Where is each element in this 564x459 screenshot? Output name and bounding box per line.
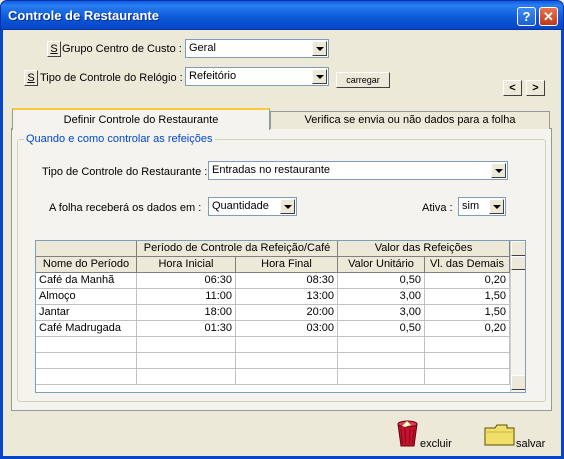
cell-vl-demais[interactable]: 1,50 [425, 289, 510, 305]
table-vertical-scrollbar[interactable] [510, 241, 525, 392]
folha-value: Quantidade [212, 200, 269, 212]
cell-hora-inicial[interactable] [137, 337, 236, 353]
cell-valor-unitario[interactable] [338, 353, 425, 369]
tab-verifica-folha[interactable]: Verifica se envia ou não dados para a fo… [270, 111, 550, 129]
tipo-relogio-value: Refeitório [189, 70, 237, 82]
window-title: Controle de Restaurante [8, 8, 159, 23]
column-header-hora-inicial[interactable]: Hora Inicial [137, 257, 236, 273]
cell-vl-demais[interactable]: 0,20 [425, 321, 510, 337]
cell-vl-demais[interactable] [425, 337, 510, 353]
tab-definir-controle[interactable]: Definir Controle do Restaurante [12, 108, 270, 130]
cell-hora-final[interactable]: 08:30 [236, 273, 338, 289]
prev-button[interactable]: < [503, 80, 522, 96]
column-header-nome[interactable]: Nome do Período [36, 257, 137, 273]
cell-hora-final[interactable] [236, 369, 338, 385]
folder-icon [484, 424, 515, 446]
chevron-down-icon[interactable] [312, 69, 327, 84]
scroll-thumb[interactable] [511, 256, 525, 270]
folha-label: A folha receberá os dados em : [49, 202, 202, 214]
tipo-restaurante-select[interactable]: Entradas no restaurante [208, 161, 508, 180]
cell-vl-demais[interactable] [425, 353, 510, 369]
scroll-up-icon[interactable] [511, 241, 525, 256]
cell-nome[interactable]: Café da Manhã [36, 273, 137, 289]
grupo-label: Grupo Centro de Custo : [62, 43, 182, 55]
cell-hora-inicial[interactable]: 11:00 [137, 289, 236, 305]
cell-hora-inicial[interactable]: 18:00 [137, 305, 236, 321]
scroll-down-icon[interactable] [511, 375, 525, 390]
tipo-relogio-select[interactable]: Refeitório [185, 67, 329, 86]
cell-hora-final[interactable]: 13:00 [236, 289, 338, 305]
grupo-value: Geral [189, 42, 216, 54]
chevron-down-icon[interactable] [312, 41, 327, 56]
folha-select[interactable]: Quantidade [208, 197, 297, 216]
cell-hora-final[interactable] [236, 353, 338, 369]
cell-nome[interactable] [36, 369, 137, 385]
periodos-table[interactable]: Período de Controle da Refeição/Café Val… [35, 240, 526, 393]
cell-nome[interactable] [36, 353, 137, 369]
cell-nome[interactable]: Café Madrugada [36, 321, 137, 337]
ativa-select[interactable]: sim [458, 197, 506, 216]
cell-nome[interactable]: Jantar [36, 305, 137, 321]
ativa-label: Ativa : [422, 202, 453, 214]
tipo-restaurante-value: Entradas no restaurante [212, 164, 331, 176]
cell-valor-unitario[interactable]: 0,50 [338, 321, 425, 337]
chevron-down-icon[interactable] [280, 199, 295, 214]
group-header-valor: Valor das Refeições [338, 241, 510, 257]
salvar-label[interactable]: salvar [516, 438, 545, 450]
close-button[interactable]: ✕ [539, 7, 558, 26]
group-header-periodo: Período de Controle da Refeição/Café [137, 241, 338, 257]
trash-bin-icon [397, 420, 418, 447]
column-header-vl-demais[interactable]: Vl. das Demais [425, 257, 510, 273]
grupo-select[interactable]: Geral [185, 39, 329, 58]
cell-vl-demais[interactable]: 1,50 [425, 305, 510, 321]
cell-valor-unitario[interactable]: 3,00 [338, 305, 425, 321]
column-header-valor-unitario[interactable]: Valor Unitário [338, 257, 425, 273]
cell-valor-unitario[interactable] [338, 369, 425, 385]
cell-nome[interactable]: Almoço [36, 289, 137, 305]
help-button[interactable]: ? [517, 7, 536, 26]
carregar-button[interactable]: carregar [336, 72, 390, 88]
cell-hora-final[interactable]: 20:00 [236, 305, 338, 321]
chevron-down-icon[interactable] [491, 163, 506, 178]
cell-hora-inicial[interactable] [137, 353, 236, 369]
cell-nome[interactable] [36, 337, 137, 353]
tipo-relogio-label: Tipo de Controle do Relógio : [40, 72, 183, 84]
cell-hora-inicial[interactable]: 01:30 [137, 321, 236, 337]
excluir-label[interactable]: excluir [420, 438, 452, 450]
ativa-value: sim [462, 200, 480, 212]
grupo-search-button[interactable]: S [47, 41, 61, 57]
header-blank [36, 241, 137, 257]
cell-vl-demais[interactable] [425, 369, 510, 385]
cell-vl-demais[interactable]: 0,20 [425, 273, 510, 289]
tipo-restaurante-label: Tipo de Controle do Restaurante : [42, 166, 208, 178]
cell-hora-final[interactable]: 03:00 [236, 321, 338, 337]
tipo-relogio-search-button[interactable]: S [24, 70, 38, 86]
chevron-down-icon[interactable] [489, 199, 504, 214]
cell-hora-final[interactable] [236, 337, 338, 353]
salvar-button[interactable] [484, 424, 516, 446]
column-header-hora-final[interactable]: Hora Final [236, 257, 338, 273]
cell-hora-inicial[interactable] [137, 369, 236, 385]
next-button[interactable]: > [526, 80, 545, 96]
groupbox-title: Quando e como controlar as refeições [24, 133, 215, 145]
cell-valor-unitario[interactable] [338, 337, 425, 353]
cell-hora-inicial[interactable]: 06:30 [137, 273, 236, 289]
cell-valor-unitario[interactable]: 0,50 [338, 273, 425, 289]
cell-valor-unitario[interactable]: 3,00 [338, 289, 425, 305]
excluir-button[interactable] [395, 419, 420, 447]
